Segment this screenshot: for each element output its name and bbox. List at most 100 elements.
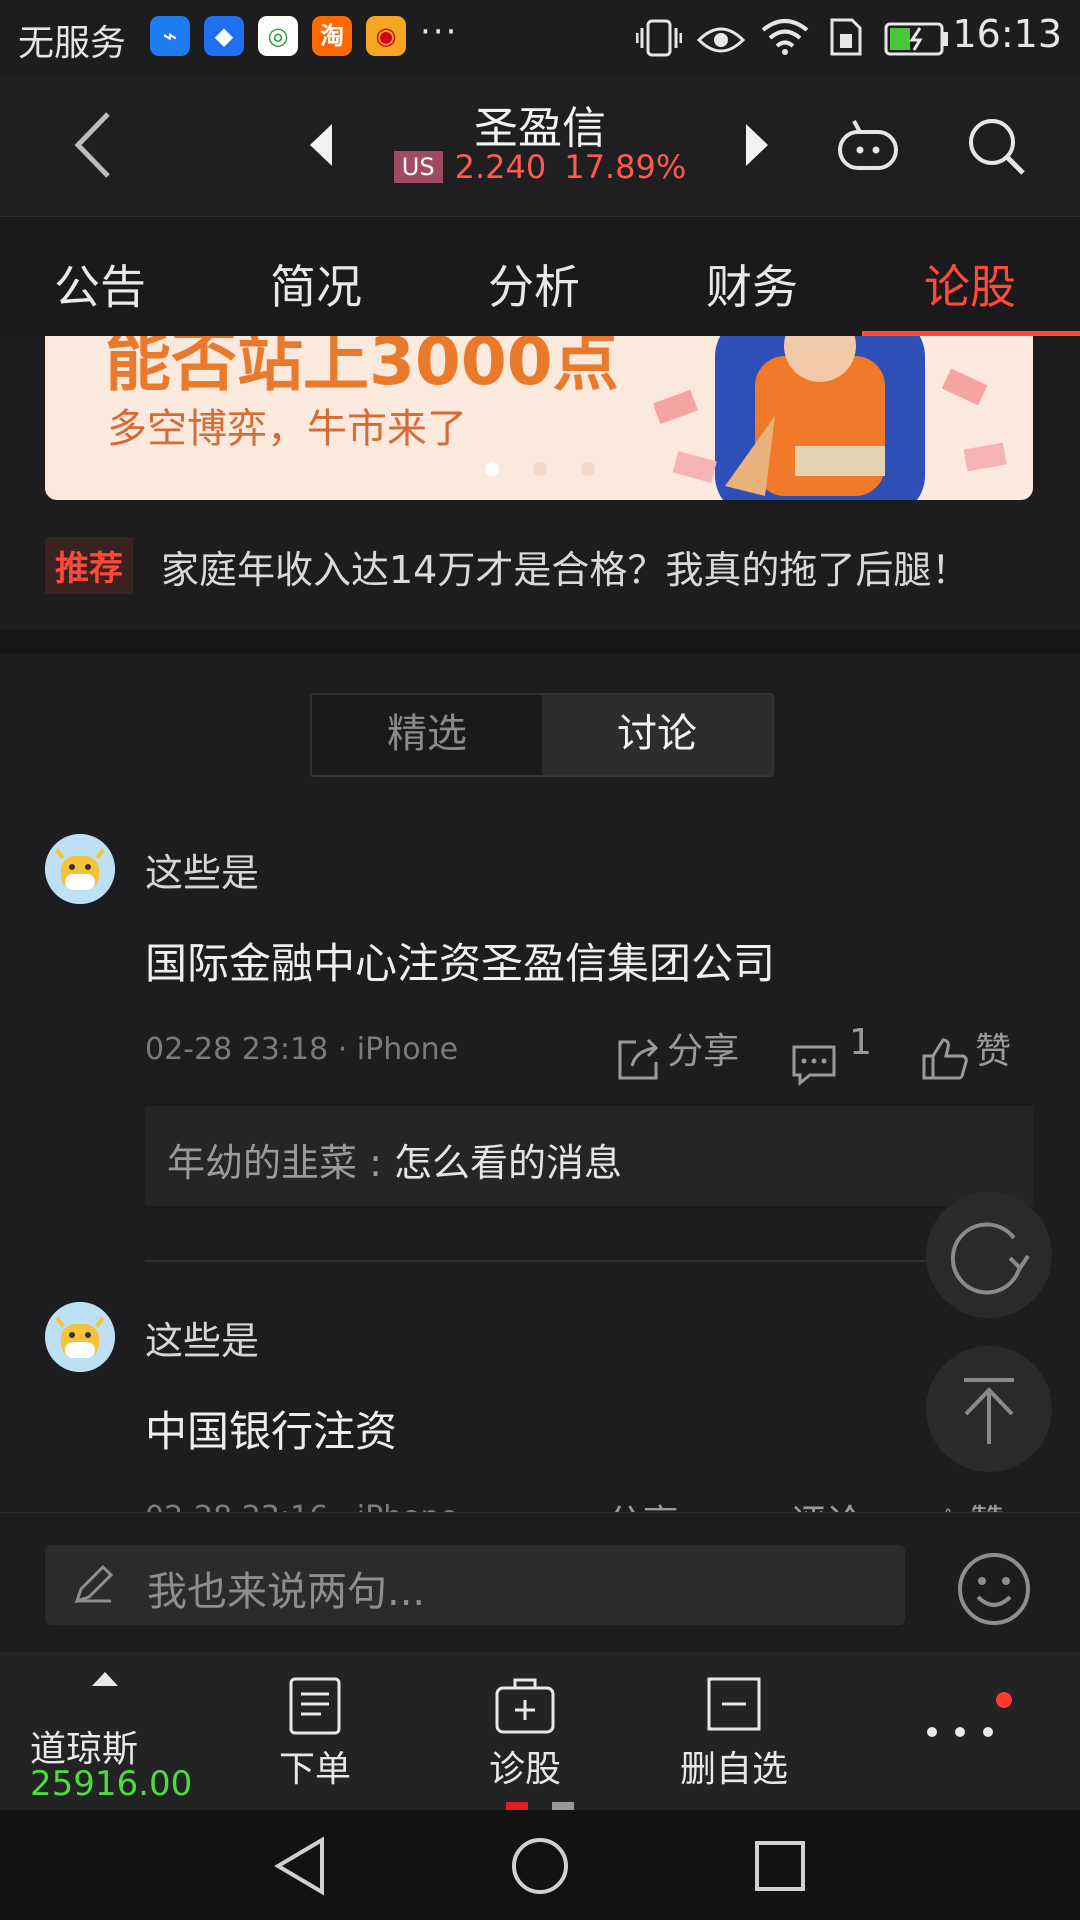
order-doc-icon <box>289 1677 341 1735</box>
segment-featured[interactable]: 精选 <box>312 695 542 775</box>
post-actions-clipped: 02-28 23:16 · iPhone ⇗ 分享 ▭ 评论 👍︎ 赞 <box>0 1470 1080 1512</box>
cow-avatar-icon <box>45 1302 115 1372</box>
post-device: iPhone <box>357 1500 458 1512</box>
comment-count: 1 <box>849 1022 872 1063</box>
clock: 16:13 <box>952 12 1062 56</box>
more-button[interactable] <box>920 1712 1000 1752</box>
emoji-icon[interactable] <box>956 1551 1032 1627</box>
stock-change-pct: 17.89% <box>564 148 687 186</box>
stock-header: 圣盈信 US 2.240 17.89% <box>0 76 1080 216</box>
like-button[interactable]: 👍︎ 赞 <box>920 1494 1005 1512</box>
post-device: iPhone <box>356 1032 459 1067</box>
search-icon[interactable] <box>966 116 1026 176</box>
avatar[interactable] <box>45 834 115 904</box>
share-button[interactable]: ⇗ 分享 <box>565 1494 679 1512</box>
comment-icon <box>792 1045 836 1086</box>
post-time: 02-28 23:18 <box>145 1032 329 1067</box>
post-content[interactable]: 中国银行注资 <box>145 1398 397 1459</box>
robot-assistant-icon[interactable] <box>836 118 900 172</box>
reply-preview[interactable]: 年幼的韭菜 : 怎么看的消息 <box>145 1106 1033 1206</box>
post-author[interactable]: 这些是 <box>145 842 259 897</box>
stock-quote: US 2.240 17.89% <box>0 148 1080 186</box>
taobao-app-icon: 淘 <box>312 16 352 56</box>
like-button[interactable]: 赞 <box>920 1022 1011 1082</box>
share-icon <box>618 1038 659 1079</box>
index-up-arrow-icon <box>92 1672 118 1686</box>
order-label: 下单 <box>278 1749 351 1790</box>
cow-avatar-icon <box>45 834 115 904</box>
tab-discussion[interactable]: 论股 <box>862 251 1078 317</box>
share-label: 分享 <box>667 1031 740 1072</box>
tab-overview[interactable]: 简况 <box>208 251 424 317</box>
banner-dot[interactable] <box>485 462 499 476</box>
more-dots-icon <box>927 1727 993 1737</box>
stock-name: 圣盈信 <box>474 103 606 154</box>
recommend-row[interactable]: 推荐 家庭年收入达14万才是合格？我真的拖了后腿！ <box>45 537 1033 594</box>
share-button[interactable]: 分享 <box>616 1022 739 1082</box>
recommend-headline[interactable]: 家庭年收入达14万才是合格？我真的拖了后腿！ <box>161 539 969 594</box>
battery-icon <box>884 22 948 56</box>
next-stock-icon[interactable] <box>742 122 772 168</box>
tab-bar: 公告 简况 分析 财务 论股 <box>0 216 1080 337</box>
banner-illustration <box>652 336 1007 500</box>
wifi-icon <box>761 19 809 55</box>
post-meta: 02-28 23:18 · iPhone <box>145 1032 459 1067</box>
post-time: 02-28 23:16 <box>145 1500 328 1512</box>
post-divider <box>145 1260 1033 1262</box>
post-meta: 02-28 23:16 · iPhone <box>145 1500 458 1512</box>
avatar[interactable] <box>45 1302 115 1372</box>
market-badge: US <box>393 151 443 183</box>
banner-subtitle: 多空博弈，牛市来了 <box>107 406 467 452</box>
segment-discussion[interactable]: 讨论 <box>542 695 772 775</box>
page-indicator <box>552 1802 574 1810</box>
section-divider <box>0 630 1080 654</box>
thumbs-up-icon <box>922 1037 968 1079</box>
index-value[interactable]: 25916.00 <box>30 1764 192 1804</box>
banner-title: 能否站上3000点 <box>105 336 619 400</box>
comment-button[interactable]: 1 <box>790 1022 872 1087</box>
carrier-text: 无服务 <box>18 23 127 64</box>
diagnose-label: 诊股 <box>488 1749 561 1790</box>
nav-recents-icon[interactable] <box>754 1840 806 1892</box>
nav-home-icon[interactable] <box>510 1836 570 1896</box>
banner-dot[interactable] <box>533 462 547 476</box>
browser-app-icon: ◎ <box>258 16 298 56</box>
order-button[interactable]: 下单 <box>225 1676 405 1800</box>
comment-button[interactable]: ▭ 评论 <box>745 1494 862 1512</box>
bottom-toolbar: 道琼斯 25916.00 下单 诊股 删自选 <box>0 1652 1080 1810</box>
promo-banner[interactable]: 能否站上3000点 多空博弈，牛市来了 <box>45 336 1033 500</box>
tab-finance[interactable]: 财务 <box>644 251 860 317</box>
tab-announcement[interactable]: 公告 <box>0 251 208 317</box>
segmented-control: 精选 讨论 <box>310 693 774 777</box>
eye-comfort-icon <box>696 27 746 53</box>
shield-app-icon: ◆ <box>204 16 244 56</box>
reply-author[interactable]: 年幼的韭菜 <box>167 1141 357 1185</box>
medical-kit-icon <box>495 1678 555 1734</box>
post-content[interactable]: 国际金融中心注资圣盈信集团公司 <box>145 930 775 991</box>
post-author[interactable]: 这些是 <box>145 1310 259 1365</box>
sim-card-icon <box>830 18 862 56</box>
remove-watchlist-label: 删自选 <box>679 1749 788 1790</box>
minus-box-icon <box>707 1677 761 1731</box>
comment-input-bar: 我也来说两句... <box>0 1512 1080 1653</box>
page-indicator-active <box>506 1802 528 1810</box>
stock-price: 2.240 <box>454 148 547 186</box>
remove-watchlist-button[interactable]: 删自选 <box>644 1676 824 1800</box>
refresh-button[interactable] <box>926 1192 1052 1318</box>
nav-back-icon[interactable] <box>272 1836 328 1896</box>
comment-placeholder: 我也来说两句... <box>147 1569 426 1615</box>
back-to-top-button[interactable] <box>926 1346 1052 1472</box>
network-tool-icon: ⌁ <box>150 16 190 56</box>
diagnose-button[interactable]: 诊股 <box>435 1676 615 1800</box>
more-notifications-icon: ··· <box>420 12 459 52</box>
banner-dot[interactable] <box>581 462 595 476</box>
reply-line: 年幼的韭菜 : 怎么看的消息 <box>167 1141 622 1185</box>
recommend-tag: 推荐 <box>45 537 133 594</box>
arrow-up-icon <box>964 1378 1014 1444</box>
tab-analysis[interactable]: 分析 <box>426 251 642 317</box>
pencil-icon <box>74 1564 114 1604</box>
weibo-app-icon: ◉ <box>366 16 406 56</box>
reply-text: 怎么看的消息 <box>393 1141 622 1185</box>
like-label: 赞 <box>975 1031 1012 1072</box>
comment-input[interactable]: 我也来说两句... <box>45 1545 905 1625</box>
